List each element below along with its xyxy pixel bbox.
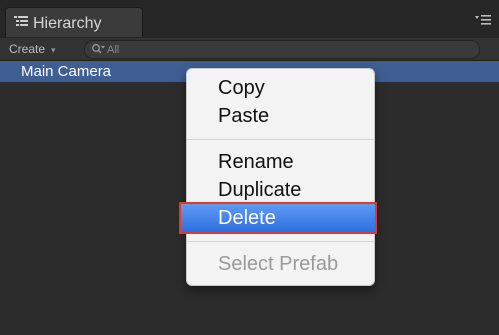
- create-dropdown[interactable]: Create ▾: [9, 41, 56, 57]
- panel-menu-icon[interactable]: [475, 14, 491, 26]
- search-field[interactable]: [84, 40, 480, 59]
- tab-label: Hierarchy: [33, 15, 102, 32]
- menu-item-label: Delete: [218, 207, 276, 229]
- menu-item-label: Rename: [218, 151, 294, 173]
- list-item-label: Main Camera: [21, 63, 112, 80]
- menu-separator: [187, 241, 374, 242]
- chevron-down-icon: ▾: [51, 45, 56, 55]
- menu-item-rename[interactable]: Rename: [187, 148, 374, 176]
- tab-hierarchy[interactable]: Hierarchy: [5, 7, 143, 37]
- menu-item-label: Select Prefab: [218, 253, 339, 275]
- list-icon: [14, 16, 28, 26]
- menu-separator: [187, 139, 374, 140]
- hierarchy-window: Hierarchy Create ▾ Main Camera Copy: [0, 0, 499, 335]
- search-icon[interactable]: [91, 43, 105, 55]
- menu-item-label: Duplicate: [218, 179, 302, 201]
- context-menu: Copy Paste Rename Duplicate Delete Selec…: [179, 68, 377, 286]
- menu-item-label: Copy: [218, 77, 265, 99]
- hierarchy-toolbar: Create ▾: [0, 38, 499, 61]
- create-label: Create: [9, 42, 46, 56]
- menu-item-select-prefab: Select Prefab: [187, 250, 374, 278]
- menu-item-paste[interactable]: Paste: [187, 102, 374, 130]
- menu-item-label: Paste: [218, 105, 270, 127]
- tab-bar: Hierarchy: [0, 0, 499, 39]
- menu-item-delete[interactable]: Delete: [179, 202, 377, 234]
- menu-item-duplicate[interactable]: Duplicate: [187, 176, 374, 204]
- menu-item-copy[interactable]: Copy: [187, 74, 374, 102]
- search-input[interactable]: [107, 41, 467, 58]
